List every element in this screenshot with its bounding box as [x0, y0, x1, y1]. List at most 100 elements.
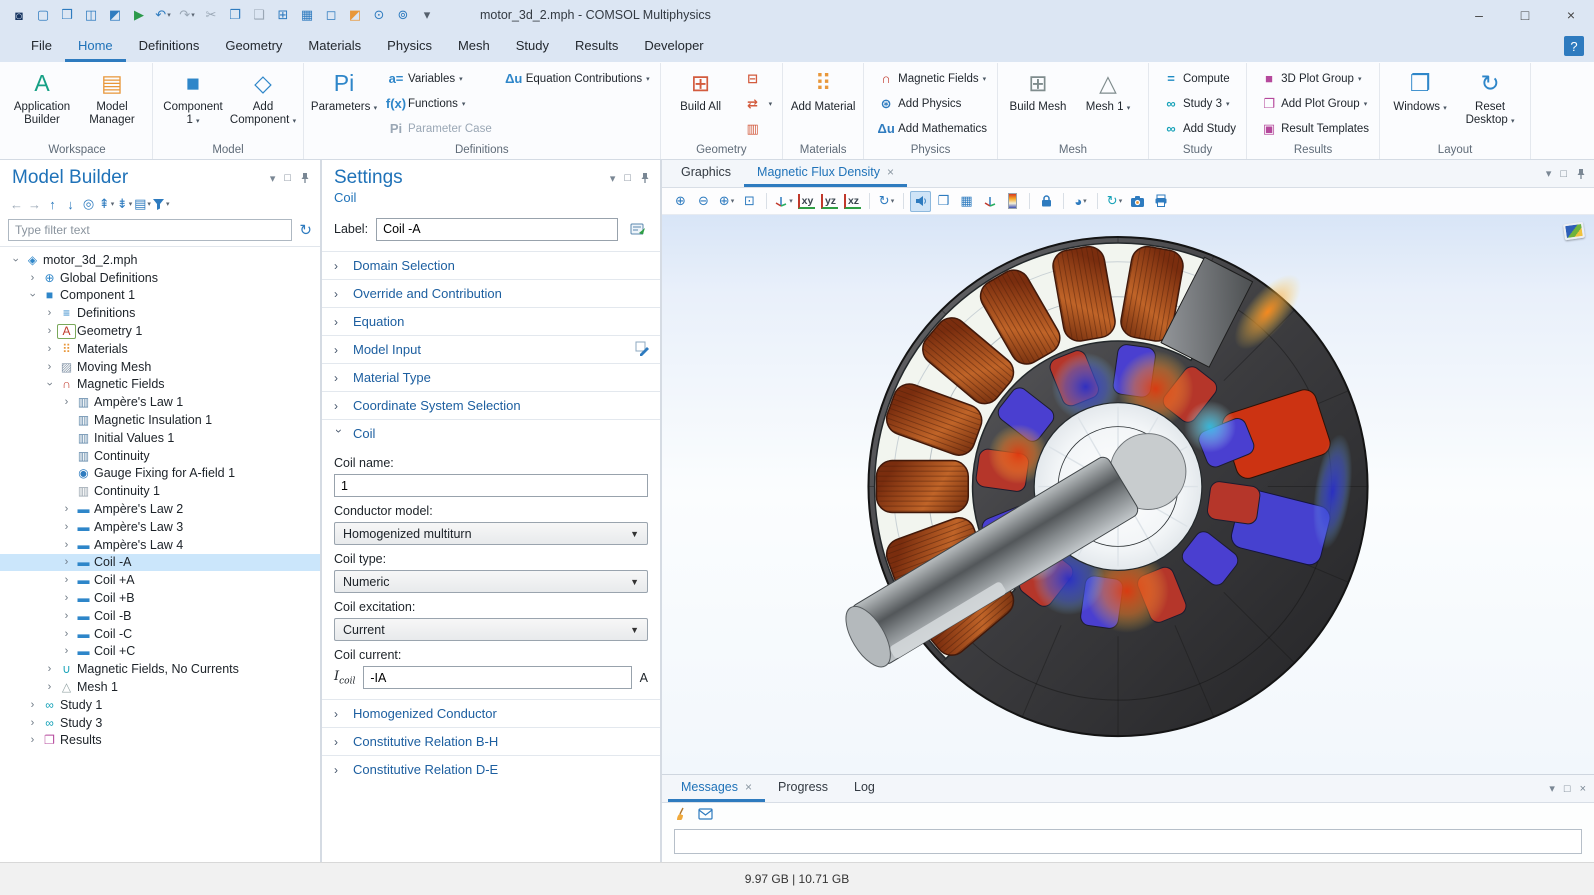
section-coordinate-system[interactable]: › Coordinate System Selection — [322, 391, 660, 419]
float-panel-icon[interactable]: □ — [624, 172, 631, 184]
refresh-icon[interactable]: ↻ — [299, 221, 312, 239]
chevron-down-icon[interactable]: › — [27, 288, 39, 303]
tree-item-mesh-1[interactable]: ›△Mesh 1 — [0, 678, 320, 696]
menu-tab-file[interactable]: File — [18, 30, 65, 62]
chevron-right-icon[interactable]: › — [59, 396, 74, 408]
minimize-button[interactable]: – — [1456, 0, 1502, 30]
maximize-button[interactable]: □ — [1502, 0, 1548, 30]
move-up-icon[interactable]: ↑ — [44, 194, 61, 214]
menu-tab-materials[interactable]: Materials — [295, 30, 374, 62]
chevron-right-icon[interactable]: › — [59, 610, 74, 622]
redo-icon[interactable]: ↷▾ — [176, 4, 198, 26]
copy-icon[interactable]: ❐ — [224, 4, 246, 26]
scene-appearance-icon[interactable]: ◕▾ — [1070, 191, 1091, 212]
tree-item-amp-re-s-law-3[interactable]: ›▬Ampère's Law 3 — [0, 518, 320, 536]
section-constitutive-de[interactable]: › Constitutive Relation D-E — [322, 755, 660, 783]
section-coil[interactable]: › Coil — [322, 419, 660, 447]
scene-light-icon[interactable] — [910, 191, 931, 212]
add-plot-group-button[interactable]: ❐Add Plot Group▾ — [1252, 91, 1374, 116]
chevron-right-icon[interactable]: › — [59, 592, 74, 604]
close-tab-icon[interactable]: × — [745, 780, 752, 794]
chevron-right-icon[interactable]: › — [42, 307, 57, 319]
transparency-icon[interactable]: ❒ — [933, 191, 954, 212]
chevron-right-icon[interactable]: › — [59, 539, 74, 551]
graphics-tab-magnetic-flux-density[interactable]: Magnetic Flux Density× — [744, 160, 907, 187]
edit-model-input-icon[interactable] — [635, 341, 650, 359]
build-all-button[interactable]: ⊞Build All — [666, 63, 736, 116]
result-templates-button[interactable]: ▣Result Templates — [1252, 116, 1374, 141]
parameters-button[interactable]: PiParameters ▾ — [309, 63, 379, 117]
duplicate-icon[interactable]: ⊞ — [272, 4, 294, 26]
menu-tab-study[interactable]: Study — [503, 30, 562, 62]
move-down-icon[interactable]: ↓ — [62, 194, 79, 214]
close-panel-icon[interactable]: × — [1580, 783, 1586, 795]
coil-excitation-select[interactable]: Current ▼ — [334, 618, 648, 641]
chevron-right-icon[interactable]: › — [42, 343, 57, 355]
add-component-button[interactable]: ◇Add Component ▾ — [228, 63, 298, 130]
section-model-input[interactable]: › Model Input — [322, 335, 660, 363]
tree-item-magnetic-insulation-1[interactable]: ▥Magnetic Insulation 1 — [0, 411, 320, 429]
tree-item-coil-b[interactable]: ›▬Coil -B — [0, 607, 320, 625]
message-log-icon[interactable] — [698, 808, 713, 823]
find-icon[interactable]: ⊙ — [368, 4, 390, 26]
save-as-icon[interactable]: ◩ — [104, 4, 126, 26]
update-geometry-icon[interactable]: ⇄▾ — [736, 91, 778, 116]
add-material-button[interactable]: ⠿Add Material — [788, 63, 858, 116]
new-file-icon[interactable]: ▢ — [32, 4, 54, 26]
clear-messages-icon[interactable] — [674, 807, 688, 824]
tree-item-coil-c[interactable]: ›▬Coil +C — [0, 643, 320, 661]
tree-item-component-1[interactable]: ›■Component 1 — [0, 287, 320, 305]
pin-icon[interactable] — [300, 172, 310, 184]
back-icon[interactable]: ← — [8, 194, 25, 214]
snapshot-icon[interactable] — [1127, 191, 1148, 212]
tree-item-amp-re-s-law-4[interactable]: ›▬Ampère's Law 4 — [0, 536, 320, 554]
view-yz-icon[interactable]: yz — [819, 191, 840, 212]
coil-type-select[interactable]: Numeric ▼ — [334, 570, 648, 593]
reset-desktop-button[interactable]: ↻Reset Desktop ▾ — [1455, 63, 1525, 130]
tree-item-amp-re-s-law-2[interactable]: ›▬Ampère's Law 2 — [0, 500, 320, 518]
close-button[interactable]: × — [1548, 0, 1594, 30]
variables-button[interactable]: a=Variables▾ — [379, 66, 497, 91]
windows-button[interactable]: ❐Windows ▾ — [1385, 63, 1455, 117]
coil-current-input[interactable] — [363, 666, 631, 689]
show-icon[interactable]: ◎ — [80, 194, 97, 214]
mesh-1-button[interactable]: △Mesh 1 ▾ — [1073, 63, 1143, 117]
paste-icon[interactable]: ❑ — [248, 4, 270, 26]
chevron-right-icon[interactable]: › — [25, 699, 40, 711]
orientation-icon[interactable] — [979, 191, 1000, 212]
component-1-button[interactable]: ■Component 1 ▾ — [158, 63, 228, 130]
plot-image-icon[interactable] — [1563, 222, 1585, 241]
tree-item-magnetic-fields[interactable]: ›∩Magnetic Fields — [0, 376, 320, 394]
zoom-extents-icon[interactable]: ⊡ — [739, 191, 760, 212]
graphics-tab-graphics[interactable]: Graphics — [668, 160, 744, 187]
menu-tab-mesh[interactable]: Mesh — [445, 30, 503, 62]
add-mathematics-button[interactable]: ΔuAdd Mathematics — [869, 116, 992, 141]
tree-item-coil-c[interactable]: ›▬Coil -C — [0, 625, 320, 643]
chevron-right-icon[interactable]: › — [59, 628, 74, 640]
undo-icon[interactable]: ↶▾ — [152, 4, 174, 26]
chevron-right-icon[interactable]: › — [59, 574, 74, 586]
deselect-icon[interactable]: ◩ — [344, 4, 366, 26]
add-physics-button[interactable]: ⊛Add Physics — [869, 91, 992, 116]
tree-item-magnetic-fields-no-currents[interactable]: ›∪Magnetic Fields, No Currents — [0, 660, 320, 678]
tree-item-geometry-1[interactable]: ›AGeometry 1 — [0, 322, 320, 340]
tree-item-coil-a[interactable]: ›▬Coil +A — [0, 571, 320, 589]
tree-item-results[interactable]: ›❐Results — [0, 732, 320, 750]
view-xz-icon[interactable]: xz — [842, 191, 863, 212]
open-icon[interactable]: ❒ — [56, 4, 78, 26]
delete-icon[interactable]: ▦ — [296, 4, 318, 26]
tree-item-motor-3d-2-mph[interactable]: ›◈motor_3d_2.mph — [0, 251, 320, 269]
plot-group-3d-button[interactable]: ■3D Plot Group▾ — [1252, 66, 1374, 91]
menu-tab-results[interactable]: Results — [562, 30, 631, 62]
filter-funnel-icon[interactable]: ▾ — [152, 194, 170, 214]
tree-item-study-3[interactable]: ›∞Study 3 — [0, 714, 320, 732]
tree-item-coil-a[interactable]: ›▬Coil -A — [0, 554, 320, 572]
zoom-box-icon[interactable]: ⊕▾ — [716, 191, 737, 212]
lock-axis-icon[interactable] — [1036, 191, 1057, 212]
rename-button[interactable] — [626, 217, 650, 241]
section-domain-selection[interactable]: › Domain Selection — [322, 251, 660, 279]
chevron-right-icon[interactable]: › — [59, 521, 74, 533]
chevron-down-icon[interactable]: › — [10, 252, 22, 267]
chevron-right-icon[interactable]: › — [59, 645, 74, 657]
tree-item-definitions[interactable]: ›≡Definitions — [0, 304, 320, 322]
